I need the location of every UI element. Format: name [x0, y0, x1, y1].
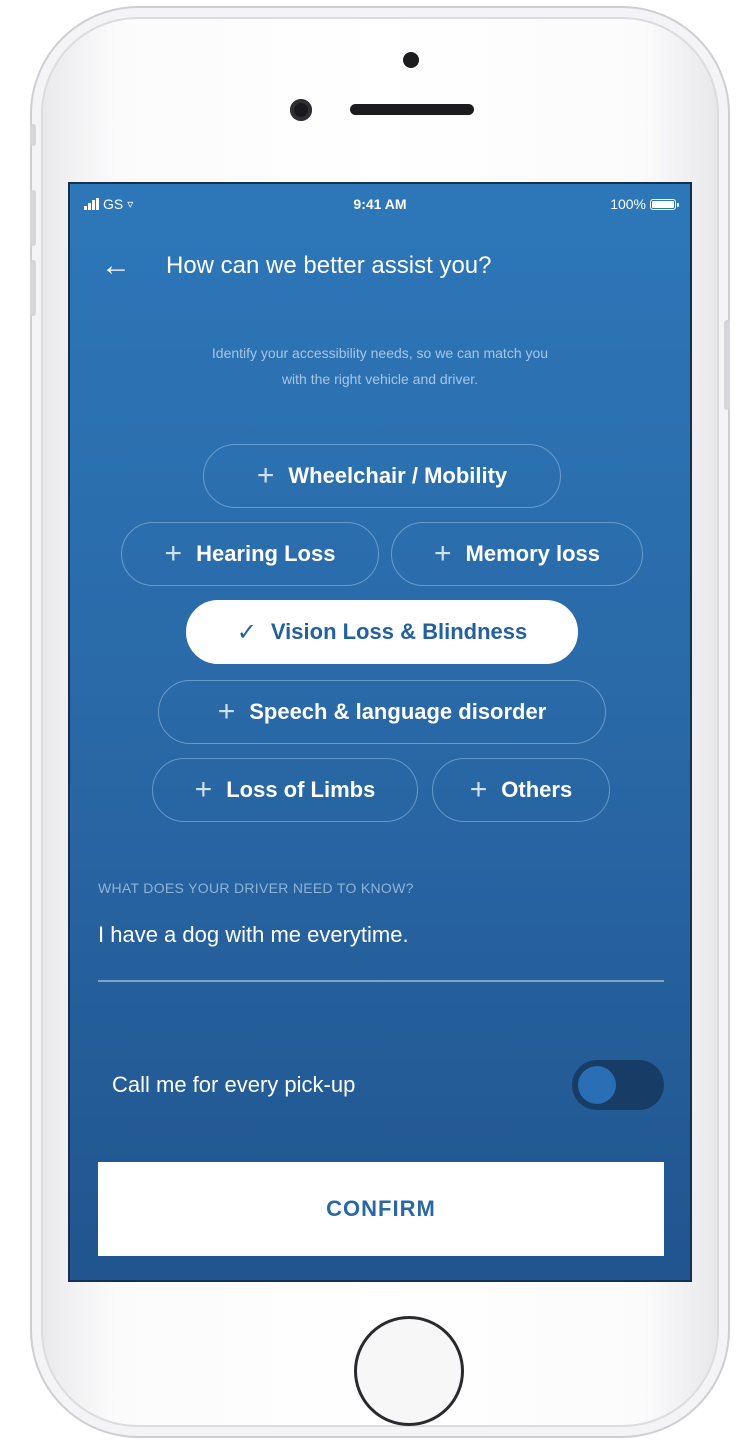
volume-down-button[interactable]	[30, 260, 36, 316]
chip-vision-loss-blindness[interactable]: ✓ Vision Loss & Blindness	[186, 600, 578, 664]
chip-speech-language-disorder[interactable]: + Speech & language disorder	[158, 680, 606, 744]
page-title: How can we better assist you?	[166, 252, 492, 279]
plus-icon: +	[256, 459, 275, 492]
chip-label: Wheelchair / Mobility	[288, 463, 508, 488]
chip-others[interactable]: + Others	[432, 758, 610, 822]
checkmark-icon: ✓	[236, 618, 257, 646]
chip-loss-of-limbs[interactable]: + Loss of Limbs	[152, 758, 418, 822]
chip-label: Speech & language disorder	[249, 699, 547, 724]
driver-note-input[interactable]: I have a dog with me everytime.	[98, 922, 409, 948]
chip-hearing-loss[interactable]: + Hearing Loss	[121, 522, 379, 586]
chip-label: Hearing Loss	[196, 541, 336, 566]
toggle-knob	[578, 1066, 616, 1104]
intro-line-1: Identify your accessibility needs, so we…	[211, 345, 549, 361]
proximity-sensor	[403, 52, 419, 68]
call-toggle-label: Call me for every pick-up	[112, 1072, 356, 1097]
driver-note-underline	[98, 980, 664, 982]
chip-label: Memory loss	[465, 541, 601, 566]
arrow-left-icon[interactable]: ←	[100, 250, 132, 282]
battery-icon	[650, 198, 679, 210]
confirm-button[interactable]: CONFIRM	[98, 1162, 664, 1256]
plus-icon: +	[469, 773, 488, 806]
plus-icon: +	[433, 537, 452, 570]
app-screen: GS ▿ 9:41 AM 100% ← How can we better as…	[68, 182, 692, 1282]
chip-wheelchair-mobility[interactable]: + Wheelchair / Mobility	[203, 444, 561, 508]
chip-memory-loss[interactable]: + Memory loss	[391, 522, 643, 586]
intro-line-2: with the right vehicle and driver.	[281, 371, 479, 387]
home-button[interactable]	[354, 1316, 464, 1426]
screen-header: ← How can we better assist you?	[100, 246, 660, 286]
chip-label: Loss of Limbs	[226, 777, 376, 802]
status-time: 9:41 AM	[353, 196, 407, 212]
power-button[interactable]	[724, 320, 730, 410]
status-bar: GS ▿ 9:41 AM 100%	[70, 192, 690, 218]
front-camera	[290, 99, 312, 121]
intro-text: Identify your accessibility needs, so we…	[120, 340, 640, 392]
plus-icon: +	[194, 773, 213, 806]
driver-note-label: WHAT DOES YOUR DRIVER NEED TO KNOW?	[98, 880, 414, 896]
chip-label: Others	[501, 777, 573, 802]
volume-up-button[interactable]	[30, 190, 36, 246]
mute-switch[interactable]	[30, 124, 36, 146]
plus-icon: +	[164, 537, 183, 570]
earpiece-speaker	[350, 104, 474, 115]
call-pickup-toggle[interactable]	[572, 1060, 664, 1110]
battery-percent: 100%	[610, 196, 646, 212]
chip-label: Vision Loss & Blindness	[270, 619, 528, 644]
plus-icon: +	[217, 695, 236, 728]
